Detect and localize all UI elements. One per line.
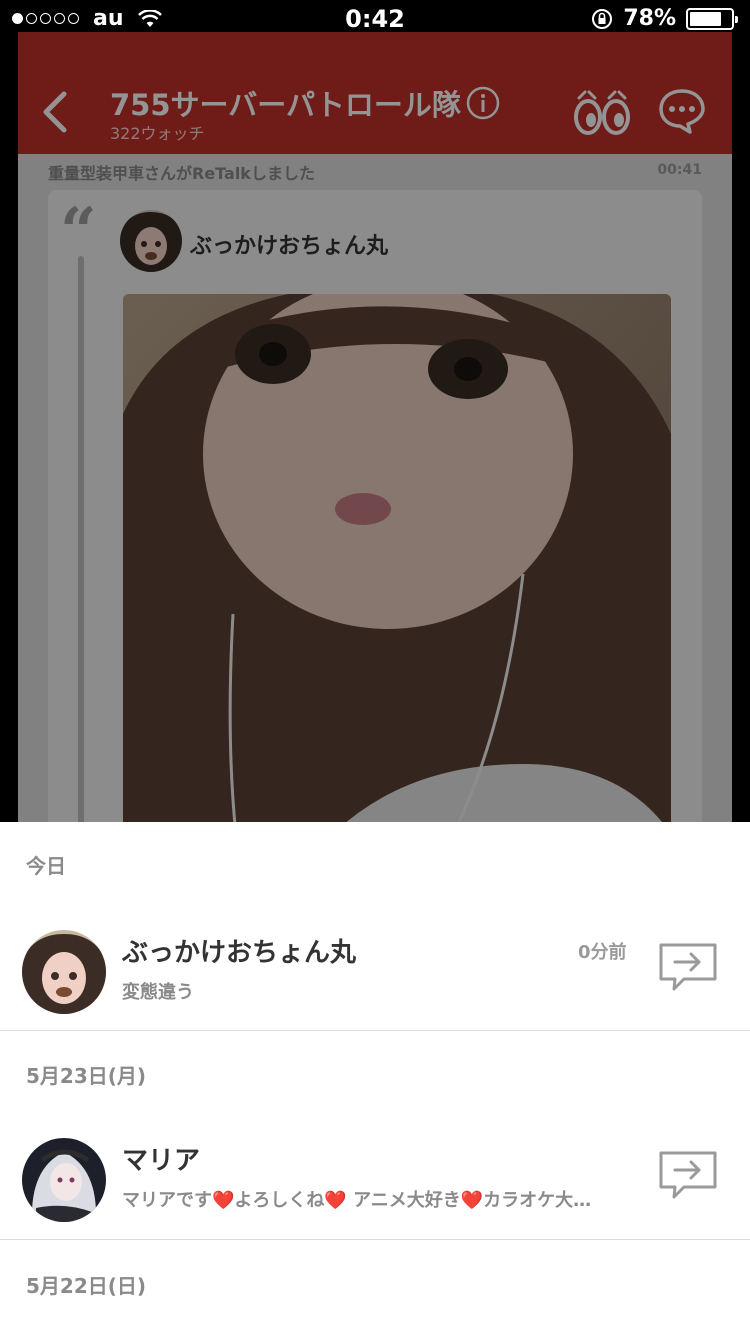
divider xyxy=(0,1239,750,1240)
user-message: マリアです❤️よろしくね❤️ アニメ大好き❤️カラオケ大… xyxy=(122,1190,592,1211)
battery-icon xyxy=(686,7,738,30)
divider xyxy=(0,1030,750,1031)
dim-overlay[interactable] xyxy=(18,32,732,832)
retalk-user-sheet: 今日 ぶっかけおちょん丸 変態違う 0分前 5月23日(月) マリア マリアです… xyxy=(0,822,750,1334)
timestamp: 0分前 xyxy=(578,942,627,963)
section-header-today: 今日 xyxy=(26,854,66,878)
user-name: マリア xyxy=(122,1146,201,1176)
share-arrow-icon[interactable] xyxy=(658,942,718,992)
battery-percent: 78% xyxy=(623,6,676,31)
background-app: 755サーバーパトロール隊 322ウォッチ 重量型装甲車さんがReTalkしまし… xyxy=(18,32,732,832)
share-arrow-icon[interactable] xyxy=(658,1150,718,1200)
section-header-date: 5月22日(日) xyxy=(26,1274,147,1298)
user-name: ぶっかけおちょん丸 xyxy=(122,938,357,968)
list-item[interactable]: ぶっかけおちょん丸 変態違う 0分前 xyxy=(0,922,750,1022)
user-message: 変態違う xyxy=(122,982,194,1003)
avatar[interactable] xyxy=(22,1138,106,1222)
orientation-lock-icon xyxy=(592,8,613,29)
section-header-date: 5月23日(月) xyxy=(26,1064,147,1088)
avatar[interactable] xyxy=(22,930,106,1014)
list-item[interactable]: マリア マリアです❤️よろしくね❤️ アニメ大好き❤️カラオケ大… xyxy=(0,1130,750,1230)
